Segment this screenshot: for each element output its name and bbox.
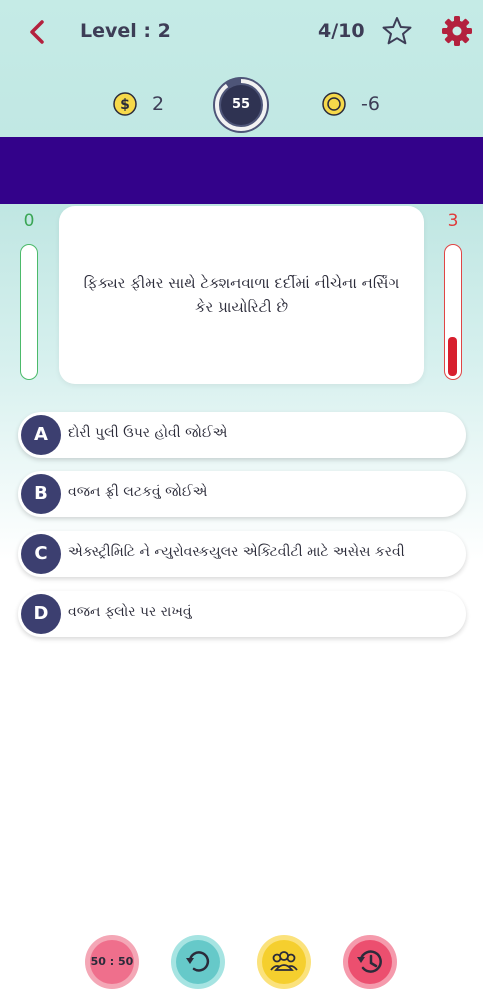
top-bar: Level : 2 4/10 <box>0 0 483 66</box>
chevron-left-icon <box>30 20 44 44</box>
wrong-meter-fill <box>448 337 457 376</box>
refresh-icon <box>171 935 225 989</box>
wrong-meter <box>444 244 462 380</box>
bookmark-button[interactable] <box>381 15 413 47</box>
option-d[interactable]: D વજન ફ્લોર પર રાખવું <box>18 591 466 637</box>
skip-question-button[interactable] <box>170 934 226 990</box>
question-card: ફિક્યર ફીમર સાથે ટેક્શનવાળા દર્દીમાં નીચ… <box>59 206 424 384</box>
option-text: વજન ફ્રી લટકવું જોઈએ <box>68 484 208 500</box>
option-letter: C <box>21 534 61 574</box>
option-text: એક્સ્ટ્રીમિટિ ને ન્યુરોવસ્કયુલર એક્ટિવીટ… <box>68 544 405 560</box>
dollar-icon: $ <box>113 92 137 116</box>
correct-meter <box>20 244 38 380</box>
option-text: દોરી પુલી ઉપર હોવી જોઈએ <box>68 425 228 441</box>
lifeline-bar: 50 : 50 <box>0 934 483 994</box>
correct-count: 0 <box>23 211 35 231</box>
question-text: ફિક્યર ફીમર સાથે ટેક્શનવાળા દર્દીમાં નીચ… <box>83 274 400 316</box>
option-b[interactable]: B વજન ફ્રી લટકવું જોઈએ <box>18 471 466 517</box>
question-progress: 4/10 <box>318 20 365 42</box>
audience-poll-button[interactable] <box>256 934 312 990</box>
timer-value: 55 <box>231 97 251 112</box>
extra-time-button[interactable] <box>342 934 398 990</box>
option-a[interactable]: A દોરી પુલી ઉપર હોવી જોઈએ <box>18 412 466 458</box>
coin-count: -6 <box>361 93 380 115</box>
stats-bar: $ 2 55 -6 <box>0 72 483 136</box>
back-button[interactable] <box>24 18 52 46</box>
level-label: Level : 2 <box>80 20 171 42</box>
history-clock-icon <box>343 935 397 989</box>
star-outline-icon <box>382 17 412 45</box>
countdown-timer: 55 <box>212 76 270 134</box>
coin-icon <box>322 92 346 116</box>
option-c[interactable]: C એક્સ્ટ્રીમિટિ ને ન્યુરોવસ્કયુલર એક્ટિવ… <box>18 531 466 577</box>
money-count: 2 <box>152 93 165 115</box>
fifty-fifty-button[interactable]: 50 : 50 <box>84 934 140 990</box>
people-icon <box>257 935 311 989</box>
option-letter: B <box>21 474 61 514</box>
fifty-fifty-label: 50 : 50 <box>90 955 134 968</box>
ad-banner[interactable] <box>0 137 483 204</box>
svg-text:$: $ <box>120 97 130 113</box>
settings-button[interactable] <box>440 14 474 48</box>
option-text: વજન ફ્લોર પર રાખવું <box>68 604 192 620</box>
gear-icon <box>442 16 472 46</box>
option-letter: D <box>21 594 61 634</box>
option-letter: A <box>21 415 61 455</box>
wrong-count: 3 <box>447 211 459 231</box>
